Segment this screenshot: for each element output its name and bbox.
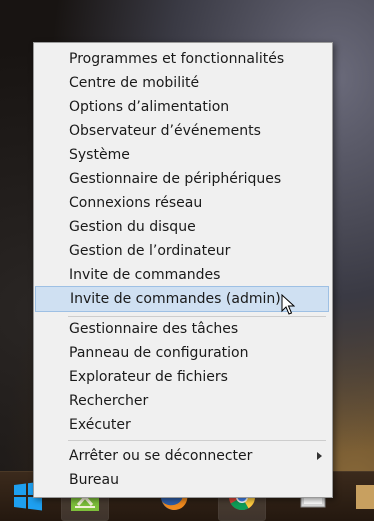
winx-context-menu: Programmes et fonctionnalités Centre de … [33, 42, 333, 498]
menu-item-label: Exécuter [69, 417, 131, 433]
menu-item-label: Options d’alimentation [69, 99, 230, 115]
menu-item-search[interactable]: Rechercher [34, 389, 332, 413]
menu-item-label: Programmes et fonctionnalités [69, 51, 285, 67]
menu-item-run[interactable]: Exécuter [34, 413, 332, 437]
menu-item-power-options[interactable]: Options d’alimentation [34, 95, 332, 119]
menu-item-mobility-center[interactable]: Centre de mobilité [34, 71, 332, 95]
partial-app-icon [356, 485, 374, 509]
taskbar-app-partial[interactable] [350, 474, 374, 520]
menu-item-task-manager[interactable]: Gestionnaire des tâches [34, 317, 332, 341]
menu-item-label: Arrêter ou se déconnecter [69, 448, 253, 464]
menu-separator [68, 440, 326, 441]
menu-item-system[interactable]: Système [34, 143, 332, 167]
menu-item-programs[interactable]: Programmes et fonctionnalités [34, 47, 332, 71]
menu-item-device-manager[interactable]: Gestionnaire de périphériques [34, 167, 332, 191]
menu-item-shutdown-signout[interactable]: Arrêter ou se déconnecter [34, 444, 332, 468]
mouse-pointer-icon [281, 293, 296, 320]
menu-item-label: Centre de mobilité [69, 75, 200, 91]
menu-item-label: Explorateur de fichiers [69, 369, 228, 385]
menu-item-label: Système [69, 147, 130, 163]
menu-item-desktop[interactable]: Bureau [34, 468, 332, 492]
menu-item-label: Gestion de l’ordinateur [69, 243, 231, 259]
submenu-arrow-icon [317, 452, 322, 460]
menu-item-label: Observateur d’événements [69, 123, 261, 139]
menu-item-event-viewer[interactable]: Observateur d’événements [34, 119, 332, 143]
menu-item-label: Gestionnaire de périphériques [69, 171, 282, 187]
menu-item-label: Rechercher [69, 393, 149, 409]
menu-item-label: Panneau de configuration [69, 345, 249, 361]
menu-item-computer-management[interactable]: Gestion de l’ordinateur [34, 239, 332, 263]
menu-item-file-explorer[interactable]: Explorateur de fichiers [34, 365, 332, 389]
menu-item-label: Gestion du disque [69, 219, 196, 235]
menu-item-label: Bureau [69, 472, 119, 488]
menu-item-label: Invite de commandes (admin) [70, 291, 281, 307]
menu-item-command-prompt[interactable]: Invite de commandes [34, 263, 332, 287]
menu-item-label: Gestionnaire des tâches [69, 321, 239, 337]
menu-item-label: Connexions réseau [69, 195, 203, 211]
menu-item-network-connections[interactable]: Connexions réseau [34, 191, 332, 215]
menu-item-control-panel[interactable]: Panneau de configuration [34, 341, 332, 365]
menu-item-disk-management[interactable]: Gestion du disque [34, 215, 332, 239]
menu-item-label: Invite de commandes [69, 267, 221, 283]
